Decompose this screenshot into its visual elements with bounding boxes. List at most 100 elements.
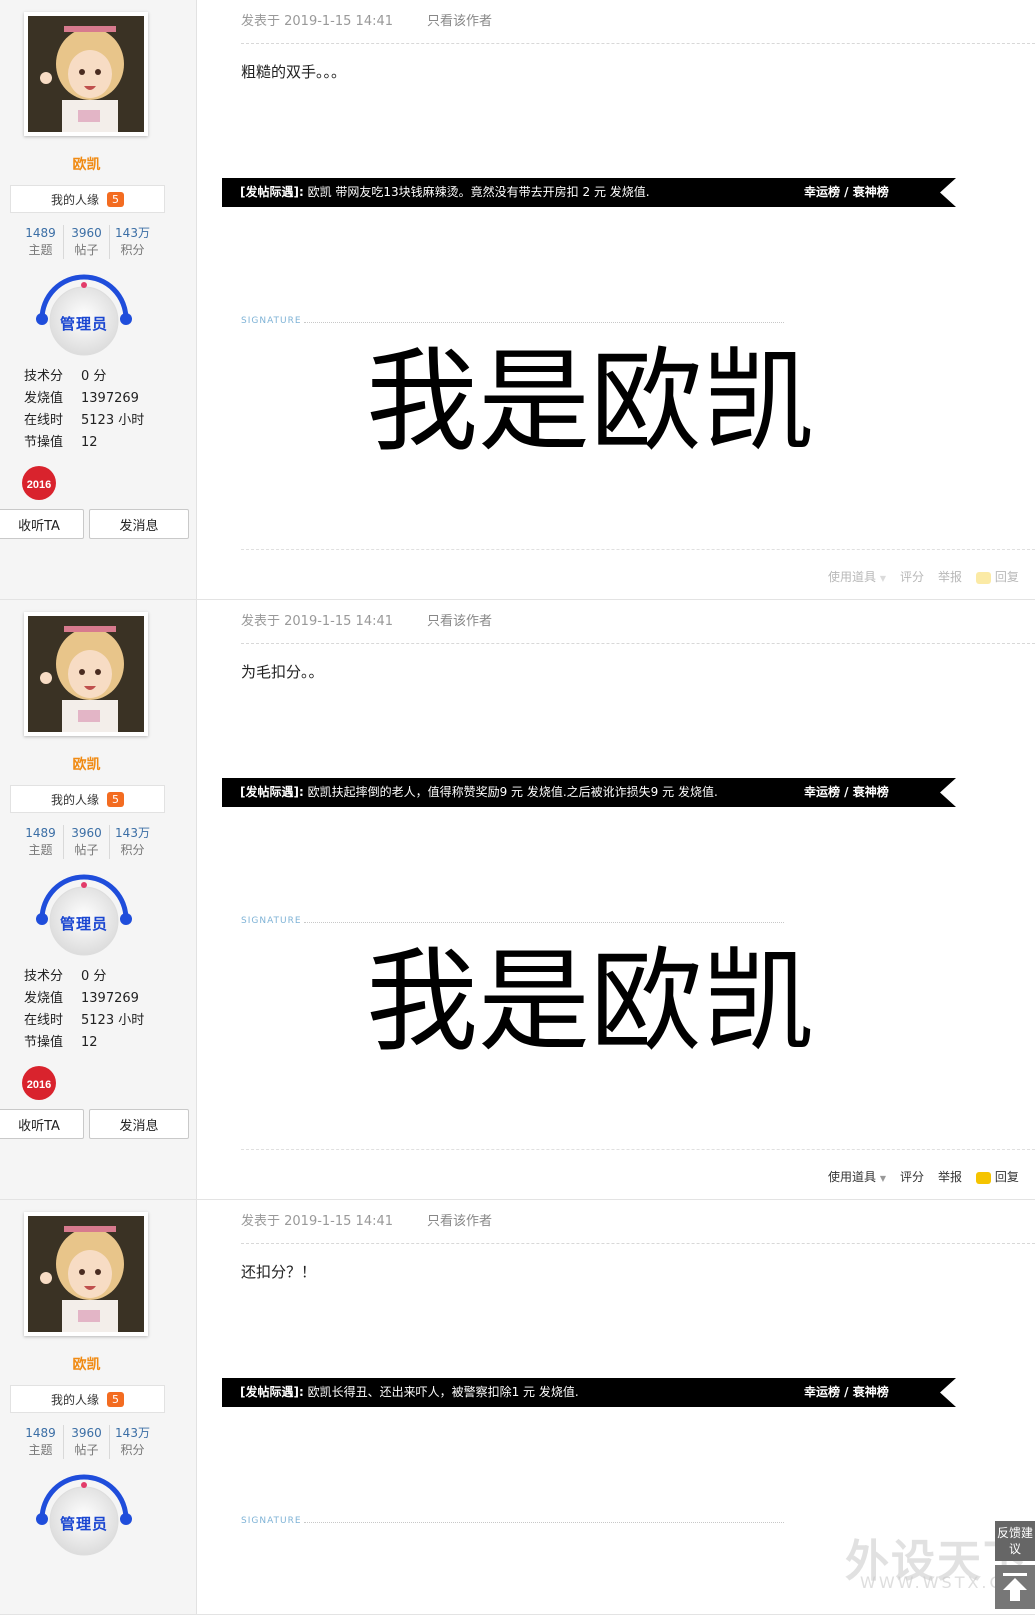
- post-meta: 发表于 2019-1-15 14:41 只看该作者: [241, 10, 492, 29]
- stat-posts[interactable]: 3960 帖子: [64, 1425, 110, 1459]
- rate-button[interactable]: 评分: [900, 1168, 924, 1185]
- arrow-up-icon: [1003, 1573, 1027, 1601]
- relation-label: 我的人缘: [50, 792, 99, 807]
- stat-points[interactable]: 143万 积分: [110, 1425, 155, 1459]
- post-content: 为毛扣分。。: [241, 663, 324, 681]
- user-stats: 1489 主题 3960 帖子 143万 积分: [18, 825, 155, 859]
- divider: [241, 643, 1035, 644]
- avatar-image: [28, 1216, 144, 1332]
- relation-button[interactable]: 我的人缘 5: [10, 785, 165, 813]
- signature-label: SIGNATURE: [241, 916, 302, 926]
- signature-divider: [304, 322, 784, 323]
- divider: [241, 1243, 1035, 1244]
- user-stats: 1489 主题 3960 帖子 143万 积分: [18, 225, 155, 259]
- event-banner: [发帖际遇]: 欧凯扶起摔倒的老人，值得称赞奖励9 元 发烧值.之后被讹诈损失9…: [222, 778, 956, 807]
- reply-icon: [976, 1171, 992, 1184]
- report-button[interactable]: 举报: [938, 568, 962, 585]
- username[interactable]: 欧凯: [0, 754, 173, 774]
- follow-button[interactable]: 收听TA: [0, 1109, 84, 1139]
- event-banner: [发帖际遇]: 欧凯 带网友吃13块钱麻辣烫。竟然没有带去开房扣 2 元 发烧值…: [222, 178, 956, 207]
- follow-button[interactable]: 收听TA: [0, 509, 84, 539]
- stat-posts[interactable]: 3960 帖子: [64, 825, 110, 859]
- divider: [241, 43, 1035, 44]
- username[interactable]: 欧凯: [0, 154, 173, 174]
- event-text: 欧凯扶起摔倒的老人，值得称赞奖励9 元 发烧值.之后被讹诈损失9 元 发烧值.: [303, 785, 718, 799]
- event-text: 欧凯长得丑、还出来吓人，被警察扣除1 元 发烧值.: [303, 1385, 579, 1399]
- relation-count-badge: 5: [107, 191, 124, 207]
- signature-label: SIGNATURE: [241, 316, 302, 326]
- message-button[interactable]: 发消息: [89, 1109, 189, 1139]
- author-only-link[interactable]: 只看该作者: [427, 10, 492, 29]
- svg-text:我是欧凯: 我是欧凯: [366, 340, 814, 467]
- author-only-link[interactable]: 只看该作者: [427, 1210, 492, 1229]
- event-prefix: [发帖际遇]:: [240, 185, 304, 199]
- avatar[interactable]: [24, 1212, 148, 1336]
- user-stats: 1489 主题 3960 帖子 143万 积分: [18, 1425, 155, 1459]
- rank-links[interactable]: 幸运榜 / 衰神榜: [804, 178, 889, 207]
- svg-text:2016: 2016: [27, 479, 51, 491]
- relation-label: 我的人缘: [50, 1392, 99, 1407]
- user-info: 技术分 0 分 发烧值 1397269 在线时 5123 小时 节操值 12: [24, 969, 145, 1050]
- svg-text:2016: 2016: [27, 1079, 51, 1091]
- author-sidebar: 欧凯 我的人缘 5 1489 主题 3960 帖子 143万 积分 管理员: [0, 1200, 197, 1614]
- post-meta: 发表于 2019-1-15 14:41 只看该作者: [241, 1210, 492, 1229]
- feedback-button[interactable]: 反馈建议: [995, 1521, 1035, 1561]
- stat-topics[interactable]: 1489 主题: [18, 825, 64, 859]
- author-sidebar: 欧凯 我的人缘 5 1489 主题 3960 帖子 143万 积分 管理员 技术分 0 …: [0, 0, 197, 599]
- avatar-image: [28, 16, 144, 132]
- rate-button[interactable]: 评分: [900, 568, 924, 585]
- relation-button[interactable]: 我的人缘 5: [10, 1385, 165, 1413]
- event-banner: [发帖际遇]: 欧凯长得丑、还出来吓人，被警察扣除1 元 发烧值. 幸运榜 / …: [222, 1378, 956, 1407]
- role-medal: 管理员: [34, 1473, 134, 1573]
- avatar-image: [28, 616, 144, 732]
- stat-posts[interactable]: 3960 帖子: [64, 225, 110, 259]
- author-only-link[interactable]: 只看该作者: [427, 610, 492, 629]
- floating-widget: 反馈建议: [995, 1521, 1035, 1612]
- stat-points[interactable]: 143万 积分: [110, 225, 155, 259]
- use-tools-button[interactable]: 使用道具 ▼: [828, 1168, 886, 1185]
- reply-icon: [976, 571, 992, 584]
- relation-label: 我的人缘: [50, 192, 99, 207]
- rank-links[interactable]: 幸运榜 / 衰神榜: [804, 1378, 889, 1407]
- role-medal: 管理员: [34, 273, 134, 373]
- post-time: 发表于 2019-1-15 14:41: [241, 14, 394, 29]
- signature-image: 我是欧凯: [366, 340, 814, 467]
- rank-links[interactable]: 幸运榜 / 衰神榜: [804, 778, 889, 807]
- signature-image: 我是欧凯: [366, 940, 814, 1067]
- signature-label: SIGNATURE: [241, 1516, 302, 1526]
- username[interactable]: 欧凯: [0, 1354, 173, 1374]
- user-info: 技术分 0 分 发烧值 1397269 在线时 5123 小时 节操值 12: [24, 369, 145, 450]
- signature-divider: [304, 922, 784, 923]
- relation-count-badge: 5: [107, 1391, 124, 1407]
- author-sidebar: 欧凯 我的人缘 5 1489 主题 3960 帖子 143万 积分 管理员 技术分 0 …: [0, 600, 197, 1199]
- back-to-top-button[interactable]: [995, 1565, 1035, 1609]
- event-text: 欧凯 带网友吃13块钱麻辣烫。竟然没有带去开房扣 2 元 发烧值.: [303, 185, 650, 199]
- message-button[interactable]: 发消息: [89, 509, 189, 539]
- event-prefix: [发帖际遇]:: [240, 1385, 304, 1399]
- post-meta: 发表于 2019-1-15 14:41 只看该作者: [241, 610, 492, 629]
- role-label: 管理员: [59, 914, 108, 933]
- year-2016-badge-icon[interactable]: 2016: [21, 465, 57, 501]
- year-2016-badge-icon[interactable]: 2016: [21, 1065, 57, 1101]
- post-content: 粗糙的双手。。。: [241, 63, 347, 81]
- avatar[interactable]: [24, 12, 148, 136]
- role-label: 管理员: [59, 314, 108, 333]
- stat-topics[interactable]: 1489 主题: [18, 225, 64, 259]
- reply-button[interactable]: 回复: [976, 568, 1019, 585]
- avatar[interactable]: [24, 612, 148, 736]
- report-button[interactable]: 举报: [938, 1168, 962, 1185]
- use-tools-button[interactable]: 使用道具 ▼: [828, 568, 886, 585]
- signature-divider: [304, 1522, 784, 1523]
- post: 欧凯 我的人缘 5 1489 主题 3960 帖子 143万 积分 管理员 技术分 0 …: [0, 600, 1035, 1200]
- post-main: 发表于 2019-1-15 14:41 只看该作者 粗糙的双手。。。 [发帖际遇…: [198, 0, 1035, 599]
- role-medal: 管理员: [34, 873, 134, 973]
- stat-points[interactable]: 143万 积分: [110, 825, 155, 859]
- post-actions: 使用道具 ▼ 评分 举报 回复: [828, 1168, 1019, 1185]
- post-time: 发表于 2019-1-15 14:41: [241, 1214, 394, 1229]
- post-time: 发表于 2019-1-15 14:41: [241, 614, 394, 629]
- post: 欧凯 我的人缘 5 1489 主题 3960 帖子 143万 积分 管理员 技术分 0 …: [0, 0, 1035, 600]
- divider: [241, 1149, 1035, 1150]
- stat-topics[interactable]: 1489 主题: [18, 1425, 64, 1459]
- relation-button[interactable]: 我的人缘 5: [10, 185, 165, 213]
- reply-button[interactable]: 回复: [976, 1168, 1019, 1185]
